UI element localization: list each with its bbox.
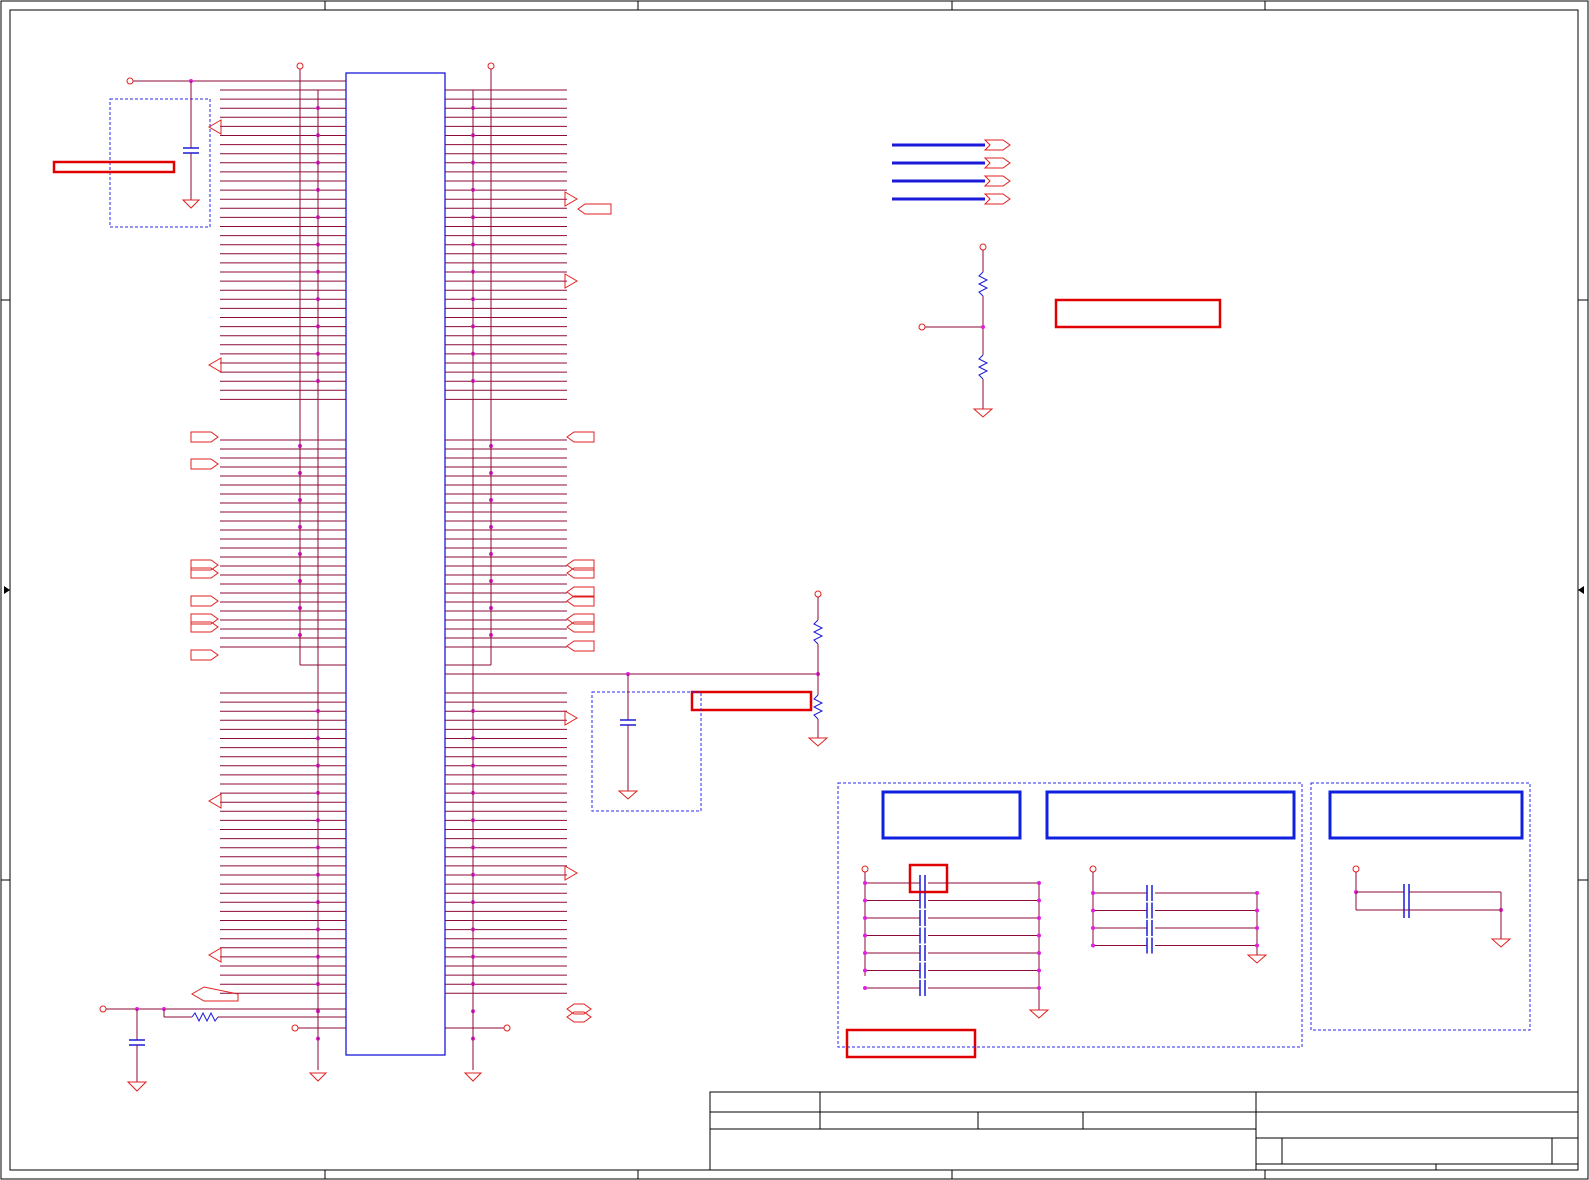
highlight-box-cap [908,863,949,894]
junction-dot [863,916,867,920]
schematic-sheet [0,0,1589,1180]
left-pin-wires [220,89,346,1041]
decoupling-group-left [837,782,1303,1048]
junction-dot [1255,891,1259,895]
junction-dot [1037,881,1041,885]
junction-dot [1091,943,1095,948]
red-highlight-boxes [52,160,1222,1059]
main-ic-body [345,72,446,1056]
blue-label-box-3 [1328,790,1524,840]
junction-dot [863,898,867,903]
decoupling-cap-top-left [109,77,346,228]
junction-dot [863,933,867,938]
junction-dot [863,951,867,955]
offpage-ports-right [564,191,612,1023]
title-block [709,1091,1579,1171]
junction-dot [1255,926,1259,930]
decoupling-group-right [1310,782,1531,1031]
highlight-box-middle [690,690,813,712]
junction-dot [1091,908,1095,913]
junction-dot [1255,943,1259,948]
highlight-box-bottom [845,1028,977,1059]
junction-dot [1091,891,1095,895]
junction-dot [1037,968,1041,973]
junction-dot [863,986,867,990]
blue-label-box-1 [881,790,1022,840]
decoupling-group-middle [1089,865,1268,964]
top-right-divider [918,243,994,418]
sheet-frame [0,0,1589,1180]
highlight-box-top-right [1054,298,1222,329]
junction-dot [1037,916,1041,920]
blue-label-box-2 [1045,790,1296,840]
ground-symbols-ic [308,1072,483,1082]
highlight-box-top-left [52,160,176,174]
junction-dot [1037,898,1041,903]
junction-dot [863,881,867,885]
junction-dot [1037,986,1041,990]
bottom-left-filter [99,1005,511,1092]
offpage-ports-left [190,119,239,1002]
junction-dot [1091,926,1095,930]
right-pin-wires [445,89,567,1041]
blue-bus-ports [892,139,1011,205]
junction-dot [863,968,867,973]
junction-dot [1037,951,1041,955]
junction-dot [1255,908,1259,913]
junction-dot [1037,933,1041,938]
cap-rows-left [863,875,1041,996]
middle-divider-network [445,590,829,812]
cap-rows-middle [1091,885,1259,954]
